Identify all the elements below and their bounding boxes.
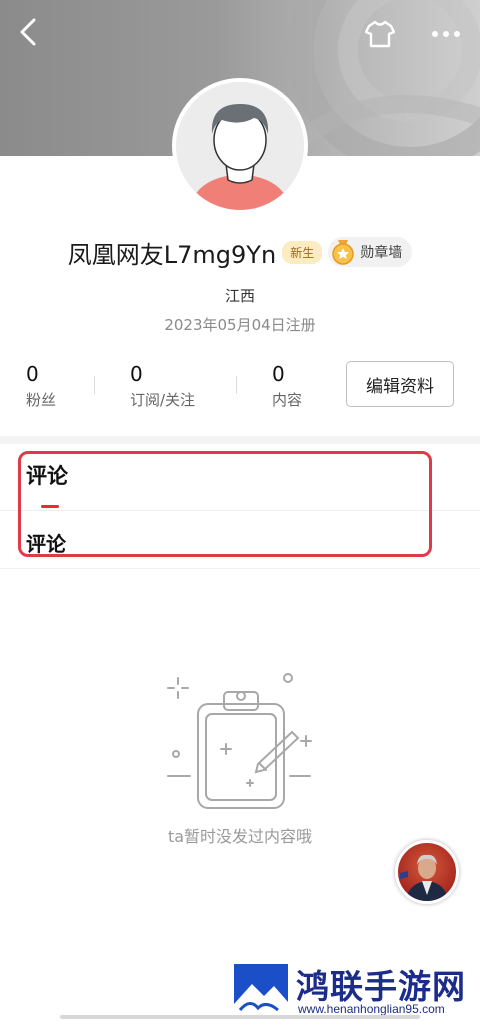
stat-divider bbox=[94, 376, 95, 394]
more-button[interactable] bbox=[424, 14, 468, 54]
stat-subscriptions-value: 0 bbox=[130, 362, 143, 386]
username: 凤凰网友L7mg9Yn bbox=[67, 240, 277, 269]
person-photo-icon bbox=[400, 854, 448, 901]
empty-state-text: ta暂时没发过内容哦 bbox=[167, 827, 313, 846]
empty-clipboard-icon bbox=[167, 673, 312, 809]
stat-content[interactable]: 0 内容 bbox=[272, 362, 302, 412]
home-indicator bbox=[60, 1015, 420, 1019]
edit-profile-button[interactable]: 编辑资料 bbox=[346, 361, 454, 407]
new-user-badge: 新生 bbox=[282, 240, 323, 264]
profile-avatar[interactable] bbox=[172, 78, 308, 214]
annotation-highlight-box bbox=[18, 451, 432, 557]
stat-content-value: 0 bbox=[272, 362, 285, 386]
medal-wall-button[interactable]: 勋章墙 bbox=[328, 237, 413, 267]
stat-followers-value: 0 bbox=[26, 362, 39, 386]
medal-wall-label: 勋章墙 bbox=[360, 245, 403, 261]
tshirt-icon bbox=[365, 20, 395, 48]
medal-icon bbox=[332, 240, 354, 265]
site-watermark: 鸿联手游网 www.henanhonglian95.com bbox=[230, 960, 480, 1021]
stat-subscriptions[interactable]: 0 订阅/关注 bbox=[130, 362, 195, 412]
section-separator bbox=[0, 436, 480, 444]
registration-date: 2023年05月04日注册 bbox=[164, 316, 316, 334]
back-arrow-icon bbox=[20, 18, 36, 46]
watermark-url: www.henanhonglian95.com bbox=[298, 1002, 445, 1016]
stat-subscriptions-label: 订阅/关注 bbox=[130, 391, 196, 409]
user-location: 江西 bbox=[224, 287, 255, 305]
floating-news-avatar[interactable] bbox=[395, 840, 459, 904]
stat-divider bbox=[236, 376, 237, 394]
more-dots-icon bbox=[432, 31, 460, 37]
site-logo-icon bbox=[234, 964, 288, 1016]
stat-followers-label: 粉丝 bbox=[26, 391, 57, 409]
username-row: 凤凰网友L7mg9Yn 新生 勋章墙 bbox=[0, 232, 480, 272]
back-button[interactable] bbox=[8, 12, 48, 52]
theme-button[interactable] bbox=[360, 14, 400, 54]
stat-content-label: 内容 bbox=[272, 391, 303, 409]
watermark-title: 鸿联手游网 bbox=[296, 967, 466, 1006]
divider bbox=[0, 568, 480, 569]
default-user-avatar-icon bbox=[176, 82, 304, 210]
stat-followers[interactable]: 0 粉丝 bbox=[26, 362, 56, 412]
